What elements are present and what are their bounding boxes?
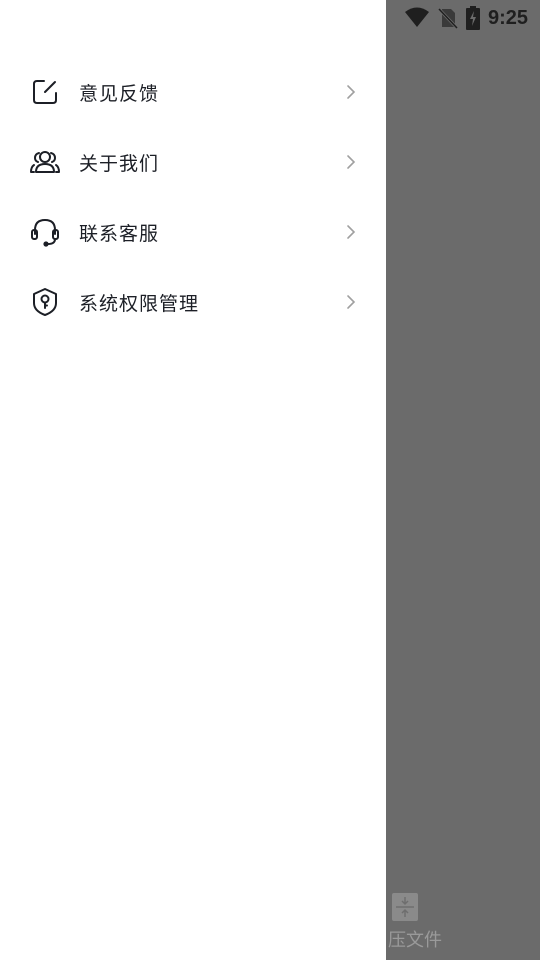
menu-item-label: 关于我们 — [79, 152, 160, 175]
chevron-right-icon — [344, 153, 358, 171]
chevron-right-icon — [344, 83, 358, 101]
menu-item-system-permissions[interactable]: 系统权限管理 — [0, 267, 386, 337]
menu-item-label: 联系客服 — [79, 222, 160, 245]
menu-item-contact-support[interactable]: 联系客服 — [0, 197, 386, 267]
users-icon — [29, 146, 61, 178]
menu-item-feedback[interactable]: 意见反馈 — [0, 57, 386, 127]
menu-item-about-us[interactable]: 关于我们 — [0, 127, 386, 197]
status-bar: 9:25 — [386, 0, 540, 36]
no-sim-icon — [437, 7, 458, 29]
wifi-icon — [404, 7, 430, 29]
edit-icon — [29, 76, 61, 108]
chevron-right-icon — [344, 293, 358, 311]
navigation-drawer: 意见反馈 关于我们 联系客服 系统权限管理 — [0, 0, 386, 960]
chevron-right-icon — [344, 223, 358, 241]
headset-icon — [29, 216, 61, 248]
drawer-menu: 意见反馈 关于我们 联系客服 系统权限管理 — [0, 57, 386, 337]
status-time: 9:25 — [487, 6, 528, 29]
shield-key-icon — [29, 286, 61, 318]
menu-item-label: 意见反馈 — [79, 82, 160, 105]
battery-charging-icon — [465, 6, 480, 30]
menu-item-label: 系统权限管理 — [79, 292, 200, 315]
background-tab-compress: 压文件 — [388, 890, 468, 951]
compress-icon — [392, 893, 418, 921]
background-tab-label: 压文件 — [388, 930, 442, 951]
